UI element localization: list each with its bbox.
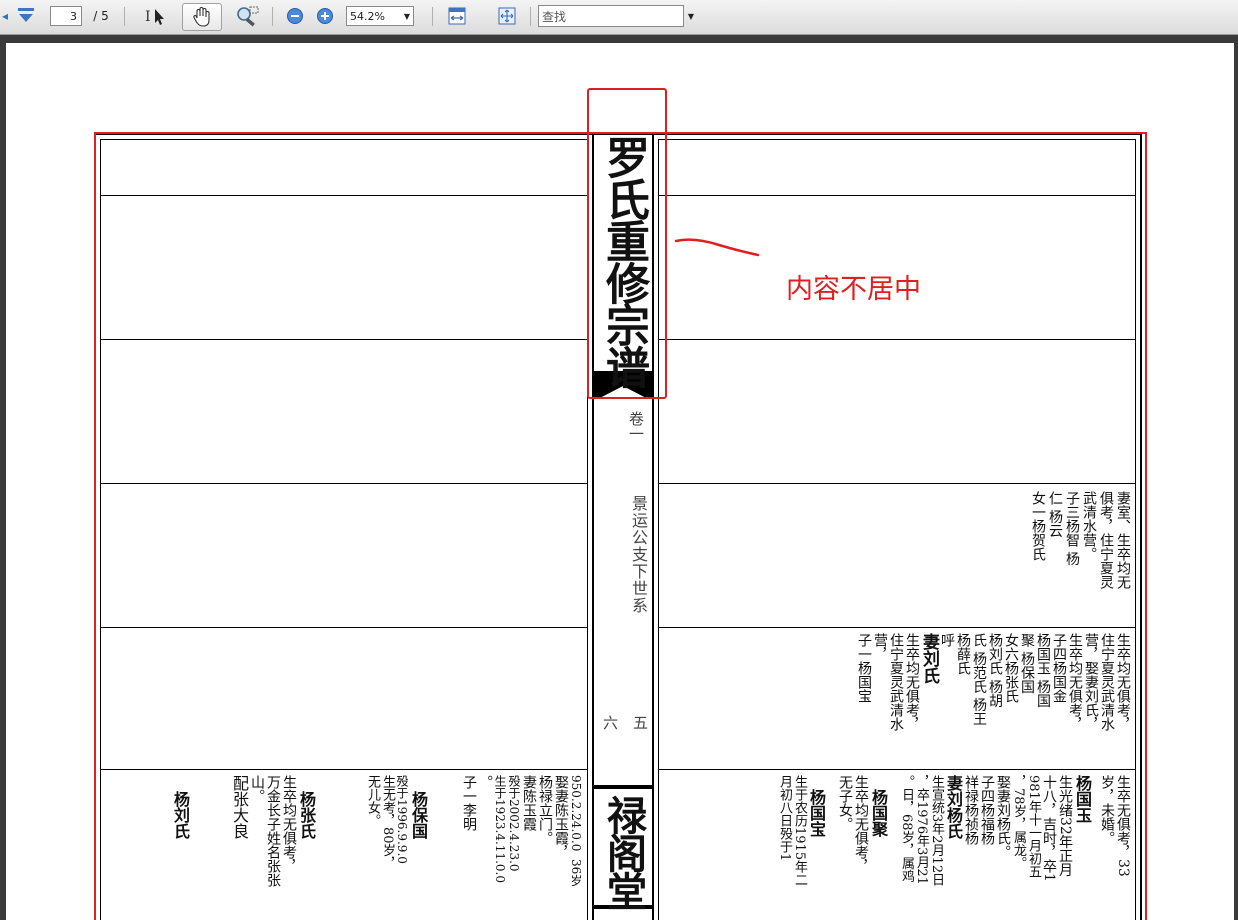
document-viewer[interactable]: 罗氏重修宗谱 卷一 景运公支下世系 六 五 禄阁堂 妻室、生卒均无 俱考，住宁夏… — [0, 35, 1238, 920]
spine-hall-name: 禄阁堂 — [600, 795, 647, 909]
entry-line: 。 — [477, 775, 493, 789]
zoom-level-select[interactable]: 54.2% ▼ — [346, 6, 414, 26]
entry-line: ，78岁，属龙。 — [1011, 775, 1026, 870]
entry-line: 子三杨智 杨 — [1064, 491, 1080, 566]
fit-width-icon[interactable] — [444, 5, 470, 27]
entry-line: 子一杨国宝 — [856, 633, 872, 703]
entry-line: 营，娶妻刘氏， — [1083, 633, 1099, 731]
search-options-chevron-icon[interactable]: ▼ — [684, 5, 698, 27]
entry-line: 。日，68岁，属鸡 — [899, 775, 914, 883]
entry-line: 娶妻陈玉霞， — [553, 775, 569, 859]
pdf-page: 罗氏重修宗谱 卷一 景运公支下世系 六 五 禄阁堂 妻室、生卒均无 俱考，住宁夏… — [6, 43, 1234, 920]
svg-text:I: I — [145, 9, 151, 25]
entry-line: 无儿女。 — [365, 775, 380, 827]
entry-line: 女一杨贺氏 — [1030, 491, 1046, 561]
toolbar: ◂ 3 / 5 I 54.2% ▼ 查找 ▼ — [0, 0, 1238, 35]
entry-line: 岁，未婚。 — [1099, 775, 1115, 845]
zoom-out-icon[interactable] — [284, 5, 306, 27]
entry-line: 住宁夏灵武清水 — [888, 633, 904, 731]
review-border-right — [1145, 132, 1147, 920]
spine-branch: 景运公支下世系 — [629, 495, 648, 614]
right-mid-genealogy-block: 生卒均无俱考， 住宁夏灵武清水 营，娶妻刘氏， 生卒均无俱考， 子四杨国金 杨国… — [856, 633, 1131, 731]
entry-name: 杨国宝 — [807, 789, 826, 837]
entry-line: 杨国玉 杨国 — [1035, 633, 1051, 708]
entry-line: 月初八日殁于1 — [777, 775, 792, 862]
entry-line: 生无考，80岁， — [380, 775, 395, 870]
right-bottom-genealogy-block: 生卒无俱考，33 岁，未婚。 杨国玉 生光绪32年正月 十八，吉时，卒1 981… — [777, 775, 1131, 887]
entry-name: 妻刘杨氏 — [944, 775, 963, 839]
entry-name: 杨国玉 — [1073, 775, 1092, 823]
entry-line: 950.2.24.0.0 36岁 — [569, 775, 583, 887]
page-number-input[interactable]: 3 — [50, 6, 82, 26]
entry-line: 娶妻刘杨氏。 — [995, 775, 1011, 859]
entry-name: 杨保国 — [409, 791, 428, 839]
review-highlight-box — [587, 88, 667, 399]
zoom-in-icon[interactable] — [314, 5, 336, 27]
spine-volume: 卷一 — [627, 411, 645, 441]
entry-line: 子四杨福杨 — [979, 775, 995, 845]
entry-line: 聚 杨保国 — [1019, 633, 1035, 694]
entry-line: 杨薛氏 — [955, 633, 971, 675]
entry-line: 生卒均无俱考， — [904, 633, 920, 731]
select-text-icon[interactable]: I — [142, 5, 170, 27]
entry-line: 武清水营。 — [1081, 491, 1097, 561]
page-total: / 5 — [93, 9, 109, 23]
zoom-level-value: 54.2% — [350, 9, 385, 23]
entry-line: 配张大良 — [230, 775, 249, 839]
entry-line: 妻陈玉霞 — [521, 775, 537, 831]
entry-line: 生于1923.4.11.0.0 — [493, 775, 507, 883]
entry-name: 杨刘氏 — [171, 791, 190, 839]
entry-name: 杨国聚 — [869, 789, 888, 837]
entry-line: 呼 — [939, 633, 955, 647]
fit-page-icon[interactable] — [494, 5, 520, 27]
entry-name: 妻刘氏 — [919, 633, 939, 684]
marquee-zoom-icon[interactable] — [232, 5, 262, 27]
previous-page-icon[interactable]: ◂ — [0, 5, 10, 27]
entry-line: 生卒无俱考，33 — [1115, 775, 1131, 877]
chevron-down-icon: ▼ — [403, 11, 410, 21]
entry-line: 生宣统3年2月12日 — [929, 775, 944, 887]
entry-line: 子四杨国金 — [1051, 633, 1067, 703]
entry-line: 俱考，住宁夏灵 — [1098, 491, 1114, 589]
entry-line: 殁于1996.9.9.0 — [395, 775, 409, 864]
entry-line: 祥禄杨祯杨 — [963, 775, 979, 845]
review-pointer-stroke — [674, 238, 760, 257]
entry-line: 住宁夏灵武清水 — [1099, 633, 1115, 731]
entry-line: ，卒1976年3月21 — [914, 775, 929, 885]
entry-line: 生卒均无俱考， — [1115, 633, 1131, 731]
left-bottom-genealogy-block: 950.2.24.0.0 36岁 娶妻陈玉霞， 杨禄立门。 妻陈玉霞 殁于200… — [171, 775, 583, 887]
hand-tool-icon[interactable] — [182, 3, 222, 31]
next-page-icon[interactable] — [14, 5, 38, 27]
spine-page-number-left: 六 — [601, 715, 619, 730]
search-input[interactable]: 查找 — [538, 5, 684, 27]
entry-line: 生光绪32年正月 — [1057, 775, 1073, 877]
entry-line: 生卒均无俱考， — [1067, 633, 1083, 731]
entry-line: 女六杨张氏 — [1003, 633, 1019, 703]
entry-line: 殁于2002.4.23.0 — [507, 775, 521, 872]
entry-line: 子一李明 — [461, 775, 477, 831]
entry-line: 无子女。 — [837, 775, 853, 831]
entry-line: 981年十一月初五 — [1026, 775, 1041, 878]
spine-page-number-right: 五 — [631, 715, 649, 730]
entry-line: 生于农历1915年二 — [792, 775, 807, 887]
entry-line: 仁 杨云 — [1047, 491, 1063, 538]
entry-line: 妻室、生卒均无 — [1115, 491, 1131, 589]
entry-line: 生卒均无俱考， — [853, 775, 869, 873]
review-comment: 内容不居中 — [786, 274, 921, 305]
review-border-left — [94, 132, 96, 920]
entry-line: 营， — [872, 633, 888, 661]
entry-line: 氏 杨范氏 杨王 — [971, 633, 987, 726]
entry-line: 生卒均无俱考， — [281, 775, 297, 873]
entry-name: 杨张氏 — [297, 791, 316, 839]
right-upper-genealogy-block: 妻室、生卒均无 俱考，住宁夏灵 武清水营。 子三杨智 杨 仁 杨云 女一杨贺氏 — [1030, 491, 1131, 589]
entry-line: 杨刘氏 杨胡 — [987, 633, 1003, 708]
entry-line: 万金长子姓名张张 — [265, 775, 281, 887]
entry-line: 杨禄立门。 — [537, 775, 553, 845]
entry-line: 山。 — [249, 775, 265, 803]
entry-line: 十八，吉时，卒1 — [1041, 775, 1057, 882]
